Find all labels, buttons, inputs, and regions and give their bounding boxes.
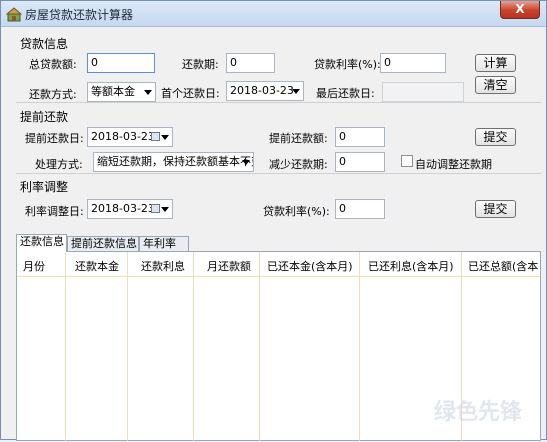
rate-adjust-rate-input[interactable]: 0 xyxy=(335,199,385,219)
prepay-amount-input[interactable]: 0 xyxy=(335,127,385,147)
rate-adjust-rate-label: 贷款利率(%): xyxy=(263,205,330,218)
title-bar: 房屋贷款还款计算器 X xyxy=(1,1,546,27)
prepay-mode-select[interactable]: 缩短还款期，保持还款额基本不变 xyxy=(93,152,254,172)
window-title: 房屋贷款还款计算器 xyxy=(25,8,134,22)
loan-group-title: 贷款信息 xyxy=(20,37,69,51)
repayment-table[interactable]: 月份 还款本金 还款利息 月还款额 已还本金(含本月) 已还利息(含本月) 已还… xyxy=(16,251,541,442)
periods-label: 还款期: xyxy=(182,58,219,71)
chevron-down-icon xyxy=(144,90,152,95)
close-button[interactable]: X xyxy=(500,1,540,19)
column-divider xyxy=(65,252,66,442)
rate-adjust-date-label: 利率调整日: xyxy=(25,205,84,218)
chevron-down-icon xyxy=(292,89,300,94)
house-icon xyxy=(6,7,22,22)
prepay-mode-value: 缩短还款期，保持还款额基本不变 xyxy=(97,155,254,168)
rate-adjust-date-picker[interactable]: 2018-03-23 xyxy=(87,199,173,219)
reduce-periods-input[interactable]: 0 xyxy=(335,152,385,172)
column-divider xyxy=(359,252,360,442)
total-loan-label: 总贷款额: xyxy=(29,58,77,71)
table-header: 月份 还款本金 还款利息 月还款额 已还本金(含本月) 已还利息(含本月) 已还… xyxy=(17,252,540,276)
prepay-date-value: 2018-03-23 xyxy=(91,130,155,143)
auto-adjust-checkbox[interactable] xyxy=(401,155,413,167)
app-window: 房屋贷款还款计算器 X 贷款信息 总贷款额: 0 还款期: 0 贷款利率(%):… xyxy=(0,0,547,442)
loan-group-divider xyxy=(16,102,541,103)
rate-adjust-submit-button[interactable]: 提交 xyxy=(475,200,516,218)
reduce-periods-label: 减少还款期: xyxy=(269,158,328,171)
total-loan-input[interactable]: 0 xyxy=(87,53,155,73)
chevron-down-icon xyxy=(242,160,250,165)
tab-prepay-info[interactable]: 提前还款信息 xyxy=(67,236,139,251)
column-divider xyxy=(193,252,194,442)
column-header-principal[interactable]: 还款本金 xyxy=(75,258,119,274)
last-repay-date-label: 最后还款日: xyxy=(316,87,375,100)
clear-button[interactable]: 清空 xyxy=(475,76,516,94)
repay-method-label: 还款方式: xyxy=(29,88,77,101)
prepay-amount-label: 提前还款额: xyxy=(269,132,328,145)
close-icon: X xyxy=(515,2,525,16)
first-repay-date-label: 首个还款日: xyxy=(161,87,220,100)
auto-adjust-label: 自动调整还款期 xyxy=(415,158,492,171)
rate-adjust-date-value: 2018-03-23 xyxy=(91,202,155,215)
calendar-icon xyxy=(151,204,160,213)
column-header-month[interactable]: 月份 xyxy=(23,258,45,274)
watermark: 绿色先锋 xyxy=(433,400,522,425)
loan-rate-input[interactable]: 0 xyxy=(380,53,446,73)
column-header-paid-total[interactable]: 已还总额(含本 xyxy=(468,258,538,274)
calculate-button[interactable]: 计算 xyxy=(475,54,516,72)
header-divider xyxy=(17,276,540,277)
first-repay-date-value: 2018-03-23 xyxy=(230,84,294,97)
tab-annual-rate[interactable]: 年利率 xyxy=(139,236,189,251)
prepay-date-label: 提前还款日: xyxy=(25,132,84,145)
column-divider xyxy=(259,252,260,442)
last-repay-date-field xyxy=(382,82,464,102)
periods-input[interactable]: 0 xyxy=(226,53,275,73)
prepay-submit-button[interactable]: 提交 xyxy=(475,128,516,146)
chevron-down-icon xyxy=(161,135,169,140)
column-divider xyxy=(127,252,128,442)
repay-method-value: 等额本金 xyxy=(91,85,135,98)
rate-adjust-group-title: 利率调整 xyxy=(20,180,69,194)
column-header-paid-interest[interactable]: 已还利息(含本月) xyxy=(368,258,454,274)
repay-method-select[interactable]: 等额本金 xyxy=(87,82,156,102)
prepay-date-picker[interactable]: 2018-03-23 xyxy=(87,127,173,147)
calendar-icon xyxy=(151,132,160,141)
prepay-mode-label: 处理方式: xyxy=(35,158,83,171)
column-header-paid-principal[interactable]: 已还本金(含本月) xyxy=(267,258,353,274)
column-header-interest[interactable]: 还款利息 xyxy=(141,258,185,274)
loan-rate-label: 贷款利率(%): xyxy=(314,58,381,71)
prepay-group-divider xyxy=(16,173,541,174)
first-repay-date-select[interactable]: 2018-03-23 xyxy=(226,81,304,101)
chevron-down-icon xyxy=(161,207,169,212)
column-header-monthly-payment[interactable]: 月还款额 xyxy=(207,258,251,274)
prepay-group-title: 提前还款 xyxy=(20,110,69,124)
tab-repay-info[interactable]: 还款信息 xyxy=(16,234,67,252)
